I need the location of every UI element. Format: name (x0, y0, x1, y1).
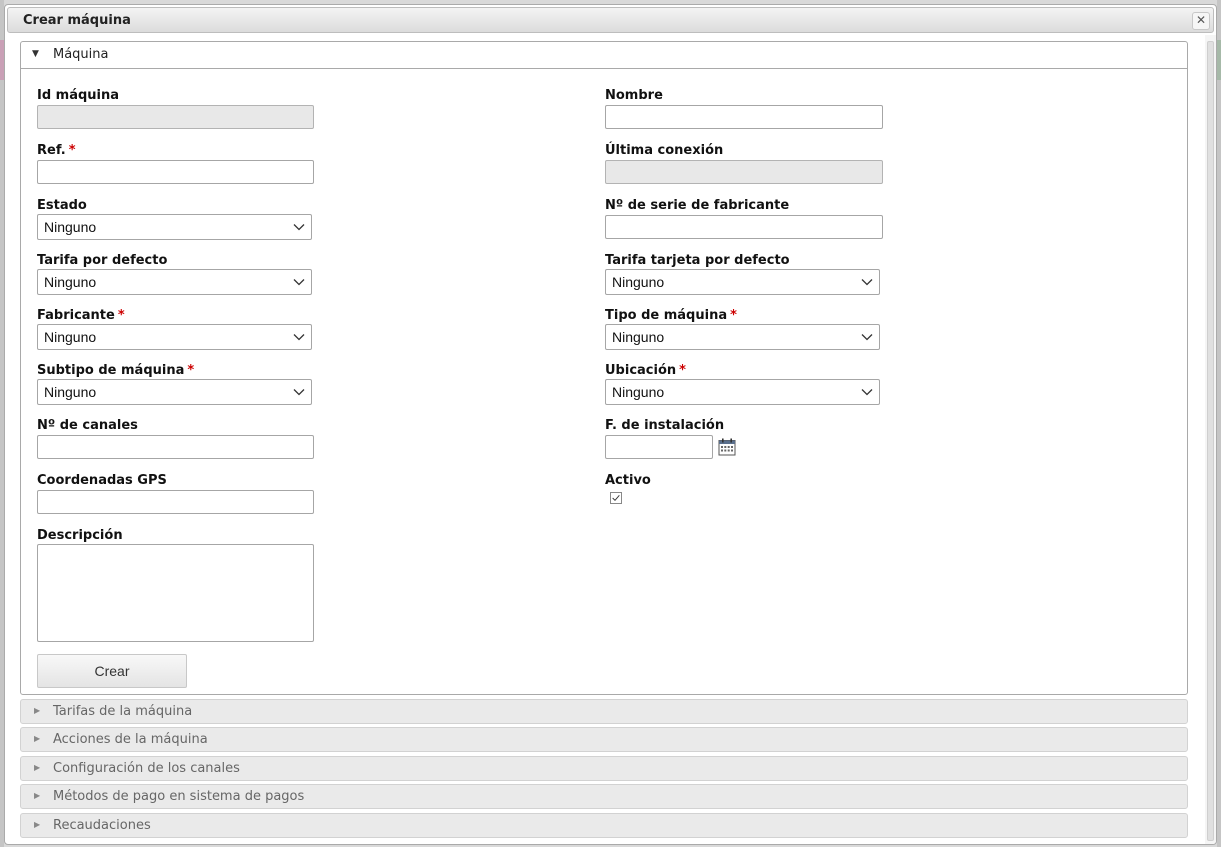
section-metodos-pago[interactable]: ▶ Métodos de pago en sistema de pagos (20, 784, 1188, 809)
activo-checkbox[interactable] (610, 492, 622, 504)
chevron-down-icon (293, 279, 305, 286)
fabricante-select[interactable]: Ninguno (37, 324, 312, 350)
machine-panel: ▼ Máquina Id máquina Nombre Ref. * Última… (20, 41, 1188, 695)
subtipo-maquina-label-text: Subtipo de máquina (37, 363, 185, 378)
ref-input[interactable] (37, 160, 314, 184)
tipo-maquina-label: Tipo de máquina * (605, 308, 737, 323)
id-maquina-label: Id máquina (37, 88, 120, 103)
page-edge-right (1217, 0, 1221, 847)
tipo-maquina-label-text: Tipo de máquina (605, 308, 728, 323)
caret-right-icon: ▶ (34, 763, 41, 772)
subtipo-maquina-select[interactable]: Ninguno (37, 379, 312, 405)
estado-label: Estado (37, 198, 87, 213)
coordenadas-gps-input[interactable] (37, 490, 314, 514)
num-serie-label: Nº de serie de fabricante (605, 198, 790, 213)
caret-right-icon: ▶ (34, 791, 41, 800)
num-canales-input[interactable] (37, 435, 314, 459)
dialog-titlebar[interactable]: Crear máquina ✕ (7, 7, 1214, 33)
create-machine-dialog: Crear máquina ✕ ▼ Máquina Id máquina Nom… (4, 4, 1217, 845)
ref-label: Ref. * (37, 143, 76, 158)
ubicacion-label-text: Ubicación (605, 363, 677, 378)
create-button[interactable]: Crear (37, 654, 187, 688)
fabricante-label-text: Fabricante (37, 308, 115, 323)
chevron-down-icon (293, 334, 305, 341)
required-marker: * (68, 143, 76, 158)
required-marker: * (679, 363, 686, 378)
section-label: Métodos de pago en sistema de pagos (53, 789, 305, 804)
chevron-down-icon (861, 334, 873, 341)
descripcion-textarea[interactable] (37, 544, 314, 642)
background-accent (1217, 40, 1221, 80)
id-maquina-field (37, 105, 314, 129)
required-marker: * (187, 363, 195, 378)
subtipo-maquina-value: Ninguno (44, 384, 97, 400)
chevron-down-icon (861, 389, 873, 396)
coordenadas-gps-label: Coordenadas GPS (37, 473, 167, 488)
caret-right-icon: ▶ (34, 706, 41, 715)
ubicacion-select[interactable]: Ninguno (605, 379, 880, 405)
section-tarifas[interactable]: ▶ Tarifas de la máquina (20, 699, 1188, 724)
scrollbar[interactable] (1205, 35, 1216, 844)
ultima-conexion-field (605, 160, 883, 184)
checkmark-icon (612, 495, 620, 502)
tarifa-tarjeta-label: Tarifa tarjeta por defecto (605, 253, 790, 268)
nombre-label: Nombre (605, 88, 663, 103)
close-button[interactable]: ✕ (1192, 12, 1210, 30)
num-canales-label: Nº de canales (37, 418, 138, 433)
required-marker: * (117, 308, 125, 323)
fabricante-value: Ninguno (44, 329, 97, 345)
num-serie-input[interactable] (605, 215, 883, 239)
tipo-maquina-select[interactable]: Ninguno (605, 324, 880, 350)
machine-panel-header[interactable]: ▼ Máquina (21, 42, 1187, 69)
caret-down-icon: ▼ (32, 49, 39, 59)
descripcion-label: Descripción (37, 528, 123, 543)
subtipo-maquina-label: Subtipo de máquina * (37, 363, 194, 378)
tarifa-tarjeta-value: Ninguno (612, 274, 665, 290)
tipo-maquina-value: Ninguno (612, 329, 665, 345)
section-label: Recaudaciones (53, 818, 151, 833)
fabricante-label: Fabricante * (37, 308, 125, 323)
dialog-title: Crear máquina (23, 13, 131, 28)
section-label: Tarifas de la máquina (53, 704, 193, 719)
estado-value: Ninguno (44, 219, 97, 235)
ultima-conexion-label: Última conexión (605, 143, 724, 158)
calendar-icon[interactable] (718, 438, 736, 456)
activo-label: Activo (605, 473, 651, 488)
section-configuracion-canales[interactable]: ▶ Configuración de los canales (20, 756, 1188, 781)
tarifa-defecto-select[interactable]: Ninguno (37, 269, 312, 295)
caret-right-icon: ▶ (34, 820, 41, 829)
tarifa-tarjeta-select[interactable]: Ninguno (605, 269, 880, 295)
fecha-instalacion-input[interactable] (605, 435, 713, 459)
chevron-down-icon (293, 389, 305, 396)
section-label: Acciones de la máquina (53, 732, 208, 747)
nombre-input[interactable] (605, 105, 883, 129)
ubicacion-value: Ninguno (612, 384, 665, 400)
chevron-down-icon (293, 224, 305, 231)
ubicacion-label: Ubicación * (605, 363, 686, 378)
estado-select[interactable]: Ninguno (37, 214, 312, 240)
section-acciones[interactable]: ▶ Acciones de la máquina (20, 727, 1188, 752)
section-recaudaciones[interactable]: ▶ Recaudaciones (20, 813, 1188, 838)
panel-title: Máquina (53, 47, 109, 62)
section-label: Configuración de los canales (53, 761, 240, 776)
scrollbar-thumb[interactable] (1207, 41, 1214, 841)
caret-right-icon: ▶ (34, 734, 41, 743)
fecha-instalacion-label: F. de instalación (605, 418, 725, 433)
ref-label-text: Ref. (37, 143, 66, 158)
tarifa-defecto-label: Tarifa por defecto (37, 253, 168, 268)
chevron-down-icon (861, 279, 873, 286)
tarifa-defecto-value: Ninguno (44, 274, 97, 290)
required-marker: * (730, 308, 737, 323)
close-icon: ✕ (1195, 13, 1207, 27)
